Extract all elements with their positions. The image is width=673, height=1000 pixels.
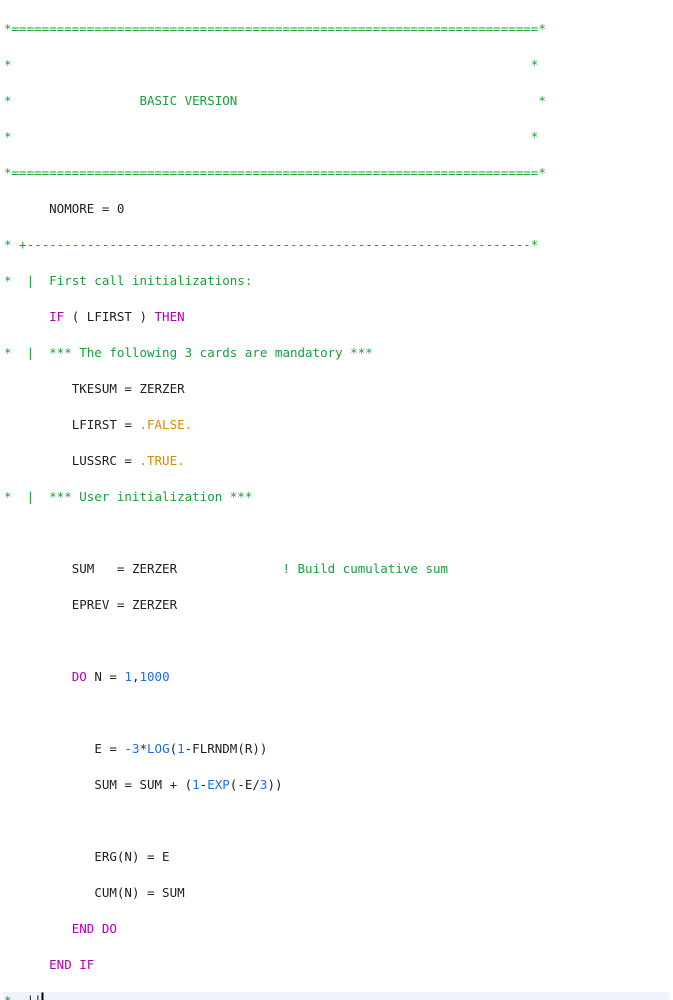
eprev-line: EPREV = ZERZER — [4, 596, 669, 614]
sum-accum-line: SUM = SUM + (1-EXP(-E/3)) — [4, 776, 669, 794]
indent — [4, 309, 49, 324]
title-line: * BASIC VERSION * — [4, 92, 669, 110]
lfirst-line: LFIRST = .FALSE. — [4, 416, 669, 434]
indent — [4, 561, 72, 576]
false-bool: .FALSE. — [139, 417, 192, 432]
do-kw: DO — [72, 669, 87, 684]
title-post: * — [237, 93, 546, 108]
e-open: ( — [170, 741, 178, 756]
rule-star-l2: * — [4, 129, 12, 144]
exp-open: (-E/ — [230, 777, 260, 792]
tkesum-l: TKESUM = — [72, 381, 140, 396]
e-star: * — [139, 741, 147, 756]
indent — [4, 777, 94, 792]
zerzer-2: ZERZER — [132, 561, 177, 576]
rule-star-l: * — [4, 57, 12, 72]
title-pre: * — [4, 93, 139, 108]
rule-text: *=======================================… — [4, 21, 546, 36]
nomore-line: NOMORE = 0 — [4, 200, 669, 218]
indent — [4, 921, 72, 936]
rule-star-r2: * — [12, 129, 539, 144]
endif-line: END IF — [4, 956, 669, 974]
eprev-l: EPREV = — [72, 597, 132, 612]
indent — [4, 381, 72, 396]
if-line: IF ( LFIRST ) THEN — [4, 308, 669, 326]
zerzer-3: ZERZER — [132, 597, 177, 612]
indent — [4, 957, 49, 972]
text-caret — [42, 993, 43, 1000]
rule-blank-line: * * — [4, 128, 669, 146]
indent — [4, 741, 94, 756]
nomore-stmt: NOMORE = 0 — [49, 201, 124, 216]
one-a: 1 — [177, 741, 185, 756]
cum-line: CUM(N) = SUM — [4, 884, 669, 902]
e-mid2: -FLRNDM(R)) — [185, 741, 268, 756]
log-fn: LOG — [147, 741, 170, 756]
blank-line — [4, 704, 669, 722]
blank-line — [4, 524, 669, 542]
three: 3 — [260, 777, 268, 792]
zerzer-1: ZERZER — [139, 381, 184, 396]
sumline-l: SUM = SUM + ( — [94, 777, 192, 792]
rule-line: *=======================================… — [4, 164, 669, 182]
comment-first-call: * | First call initializations: — [4, 272, 669, 290]
if-expr: ( LFIRST ) — [64, 309, 154, 324]
lussrc-l: LUSSRC = — [72, 453, 140, 468]
do-comma: , — [132, 669, 140, 684]
exp-close: )) — [267, 777, 282, 792]
do-rest1: N = — [87, 669, 125, 684]
comment-user-init: * | *** User initialization *** — [4, 488, 669, 506]
comment-mandatory: * | *** The following 3 cards are mandat… — [4, 344, 669, 362]
blank-line — [4, 632, 669, 650]
rule-blank-line: * * — [4, 56, 669, 74]
indent — [4, 453, 72, 468]
exp-fn: EXP — [207, 777, 230, 792]
e-m3: -3 — [124, 741, 139, 756]
erg-l: ERG(N) = E — [94, 849, 169, 864]
cursor-line[interactable]: * || — [4, 992, 669, 1000]
do-n1: 1 — [124, 669, 132, 684]
cursor-pre: * — [4, 993, 27, 1000]
sum-cmt: ! Build cumulative sum — [282, 561, 448, 576]
lussrc-line: LUSSRC = .TRUE. — [4, 452, 669, 470]
sum-l: SUM = — [72, 561, 132, 576]
indent — [4, 669, 72, 684]
blank-line — [4, 812, 669, 830]
then-kw: THEN — [155, 309, 185, 324]
sum-line: SUM = ZERZER ! Build cumulative sum — [4, 560, 669, 578]
sumline-mid: - — [200, 777, 208, 792]
rule-star-r: * — [12, 57, 539, 72]
erg-line: ERG(N) = E — [4, 848, 669, 866]
cursor-marker: || — [27, 993, 42, 1000]
tkesum-line: TKESUM = ZERZER — [4, 380, 669, 398]
indent — [4, 885, 94, 900]
dash-rule: * +-------------------------------------… — [4, 237, 538, 252]
dash-rule-line: * +-------------------------------------… — [4, 236, 669, 254]
lfirst-l: LFIRST = — [72, 417, 140, 432]
cum-l: CUM(N) = SUM — [94, 885, 184, 900]
indent — [4, 201, 49, 216]
e-line: E = -3*LOG(1-FLRNDM(R)) — [4, 740, 669, 758]
indent — [4, 417, 72, 432]
title-text: BASIC VERSION — [139, 93, 237, 108]
true-bool: .TRUE. — [139, 453, 184, 468]
sum-cmt-pre — [177, 561, 282, 576]
code-editor: *=======================================… — [0, 0, 673, 1000]
indent — [4, 849, 94, 864]
enddo-kw: END DO — [72, 921, 117, 936]
one-b: 1 — [192, 777, 200, 792]
enddo-line: END DO — [4, 920, 669, 938]
cmt-user: * | *** User initialization *** — [4, 489, 252, 504]
rule-line: *=======================================… — [4, 20, 669, 38]
indent — [4, 597, 72, 612]
cmt-mand: * | *** The following 3 cards are mandat… — [4, 345, 373, 360]
cmt-first: * | First call initializations: — [4, 273, 252, 288]
e-l: E = — [94, 741, 124, 756]
endif-kw: END IF — [49, 957, 94, 972]
if-kw: IF — [49, 309, 64, 324]
do-line: DO N = 1,1000 — [4, 668, 669, 686]
do-n2: 1000 — [140, 669, 170, 684]
rule-text-2: *=======================================… — [4, 165, 546, 180]
